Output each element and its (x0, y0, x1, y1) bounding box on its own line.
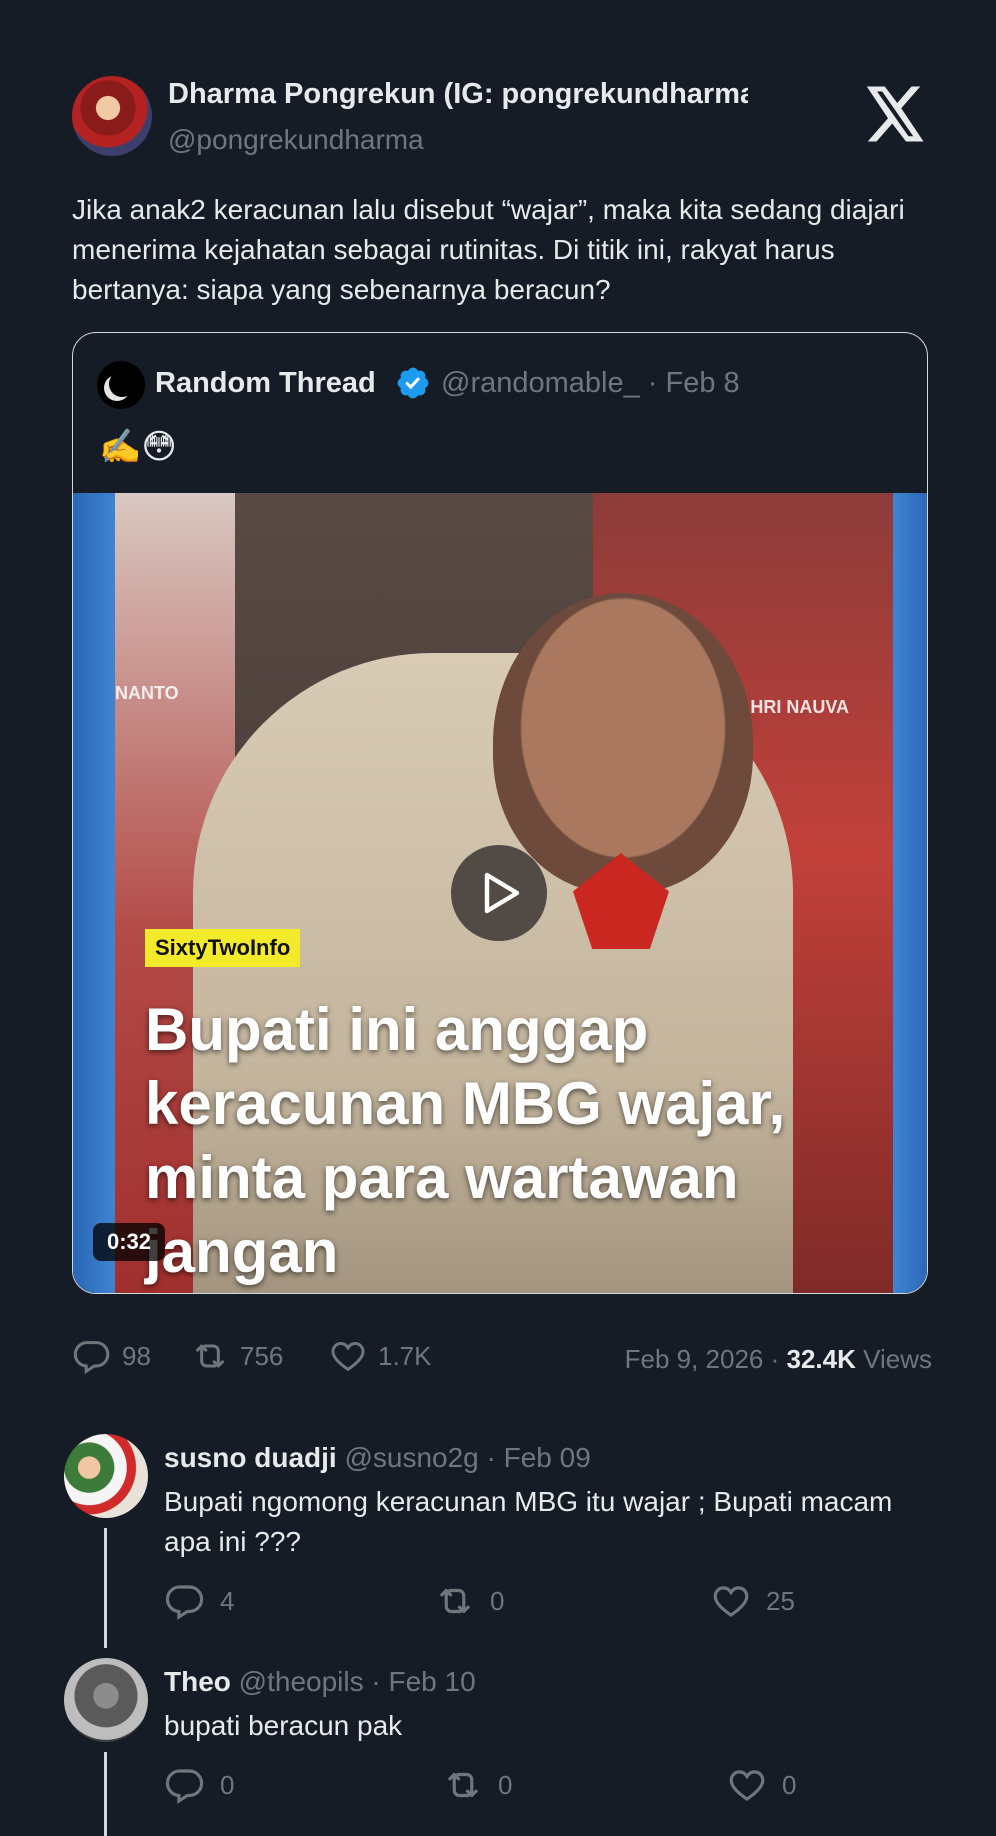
repost-icon (196, 1344, 224, 1368)
repost-icon (448, 1772, 478, 1798)
reply-button[interactable]: 98 (72, 1336, 151, 1376)
thread-line (104, 1752, 107, 1836)
reply-button[interactable]: 4 (164, 1580, 234, 1622)
quoted-tweet-text: ✍️😳 (99, 428, 177, 466)
x-logo-icon (866, 86, 924, 142)
reply-count: 0 (220, 1769, 235, 1800)
video-frame (893, 493, 927, 1293)
reply-text: Bupati ngomong keracunan MBG itu wajar ;… (164, 1486, 893, 1557)
author-name[interactable]: Dharma Pongrekun (IG: pongrekundharma) (168, 78, 748, 111)
like-button[interactable]: 25 (710, 1580, 795, 1622)
video-source-tag: SixtyTwoInfo (145, 929, 301, 967)
reply-handle-date: @susno2g · Feb 09 (336, 1442, 591, 1473)
repost-count: 756 (240, 1340, 284, 1371)
author-handle[interactable]: @pongrekundharma (168, 124, 424, 156)
tweet-screenshot: Dharma Pongrekun (IG: pongrekundharma) @… (0, 0, 996, 1836)
heart-icon (713, 1586, 749, 1617)
video-headline: Bupati ini anggap keracunan MBG wajar, m… (145, 996, 786, 1285)
like-count: 1.7K (378, 1340, 432, 1371)
reply-count: 98 (122, 1340, 151, 1371)
reply-icon (165, 1585, 204, 1621)
reply-author-name[interactable]: susno duadji (164, 1442, 337, 1473)
quoted-tweet-card[interactable]: Random Thread @randomable_ · Feb 8 ✍️😳 N… (72, 332, 928, 1294)
verified-badge-icon (397, 367, 429, 399)
reply-avatar[interactable] (64, 1434, 148, 1518)
reply-count: 4 (220, 1585, 235, 1616)
views-label: Views (855, 1344, 932, 1374)
view-count: 32.4K (786, 1344, 856, 1374)
repost-count: 0 (498, 1769, 513, 1800)
tweet-date: Feb 9, 2026 · (624, 1344, 787, 1374)
video-person-head (493, 593, 753, 893)
reply-header: susno duadji @susno2g · Feb 09 (164, 1442, 591, 1474)
reply-avatar[interactable] (64, 1658, 148, 1742)
banner-text: NANTO (115, 683, 179, 703)
tweet-meta: Feb 9, 2026 · 32.4K Views (625, 1344, 932, 1375)
quoted-handle-date: @randomable_ · Feb 8 (441, 367, 740, 399)
tweet-text: Jika anak2 keracunan lalu disebut “wajar… (72, 194, 905, 305)
quoted-author-avatar[interactable] (97, 361, 145, 409)
play-icon (484, 872, 520, 914)
like-button[interactable]: 0 (726, 1764, 796, 1806)
reply-handle-date: @theopils · Feb 10 (230, 1666, 476, 1697)
quoted-author-name[interactable]: Random Thread (155, 367, 376, 400)
heart-icon (331, 1341, 365, 1372)
reply-icon (73, 1341, 110, 1375)
like-button[interactable]: 1.7K (328, 1336, 432, 1376)
repost-count: 0 (490, 1585, 505, 1616)
repost-icon (440, 1588, 470, 1614)
reply-icon (165, 1769, 204, 1805)
like-count: 25 (766, 1585, 795, 1616)
play-button[interactable] (451, 845, 547, 941)
reply-text: bupati beracun pak (164, 1710, 403, 1741)
heart-icon (729, 1770, 765, 1801)
repost-button[interactable]: 756 (190, 1336, 283, 1376)
author-avatar[interactable] (72, 76, 152, 156)
reply-author-name[interactable]: Theo (164, 1666, 231, 1697)
video-duration: 0:32 (93, 1223, 166, 1261)
tweet-actions: 98 756 1.7K Feb 9, 2026 · 32.4K Views (72, 1336, 932, 1384)
video-frame (73, 493, 115, 1293)
repost-button[interactable]: 0 (434, 1580, 504, 1622)
like-count: 0 (782, 1769, 797, 1800)
repost-button[interactable]: 0 (442, 1764, 512, 1806)
video-player[interactable]: NANTO ALID FATHUL BAHRI NAUVA SixtyTwoIn… (73, 493, 927, 1293)
reply-button[interactable]: 0 (164, 1764, 234, 1806)
reply-header: Theo @theopils · Feb 10 (164, 1666, 476, 1698)
thread-line (104, 1528, 107, 1648)
